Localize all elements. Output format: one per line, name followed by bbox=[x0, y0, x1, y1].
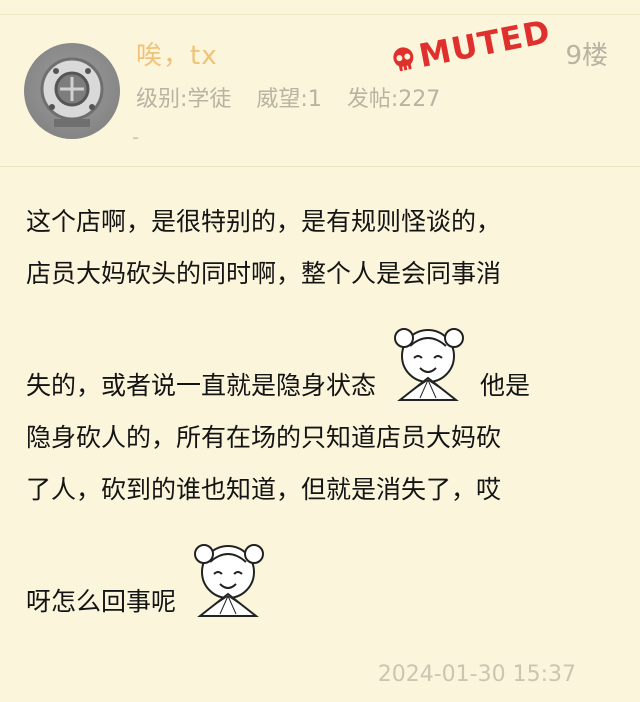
muted-stamp: MUTED bbox=[386, 12, 554, 80]
forum-post: 唉，tx 级别:学徒 威望:1 发帖:227 - MUTED 9楼 这个店啊，是… bbox=[0, 0, 640, 702]
post-text-segment: 他是 bbox=[480, 371, 531, 400]
laughing-girl-emote-icon bbox=[380, 316, 476, 412]
post-content: 这个店啊，是很特别的，是有规则怪谈的， 店员大妈砍头的同时啊，整个人是会同事消 … bbox=[26, 196, 616, 628]
signature-placeholder: - bbox=[132, 125, 140, 149]
post-timestamp: 2024-01-30 15:37 bbox=[377, 662, 576, 687]
post-text-line: 隐身砍人的，所有在场的只知道店员大妈砍 bbox=[26, 423, 502, 452]
post-text-segment: 呀怎么回事呢 bbox=[26, 587, 177, 616]
user-post-count: 发帖:227 bbox=[346, 87, 441, 112]
user-level: 级别:学徒 bbox=[136, 87, 232, 112]
diving-helmet-icon bbox=[40, 57, 104, 127]
post-text-line: 这个店啊，是很特别的，是有规则怪谈的， bbox=[26, 207, 502, 236]
post-header: 唉，tx 级别:学徒 威望:1 发帖:227 - MUTED 9楼 bbox=[0, 12, 640, 167]
user-stats: 级别:学徒 威望:1 发帖:227 bbox=[136, 81, 458, 113]
divider bbox=[0, 166, 640, 167]
avatar[interactable] bbox=[24, 43, 120, 139]
post-text-line: 了人，砍到的谁也知道，但就是消失了，哎 bbox=[26, 475, 502, 504]
floor-number: 9楼 bbox=[565, 41, 608, 71]
skull-icon bbox=[393, 47, 414, 72]
muted-stamp-text: MUTED bbox=[415, 12, 554, 75]
post-text-line: 呀怎么回事呢 bbox=[26, 522, 616, 628]
post-text-segment: 失的，或者说一直就是隐身状态 bbox=[26, 371, 377, 400]
post-text-line: 店员大妈砍头的同时啊，整个人是会同事消 bbox=[26, 259, 502, 288]
post-text-line: 失的，或者说一直就是隐身状态 他是 bbox=[26, 306, 616, 412]
username[interactable]: 唉，tx bbox=[136, 35, 218, 72]
laughing-girl-emote-icon bbox=[180, 532, 276, 628]
user-prestige: 威望:1 bbox=[256, 87, 322, 112]
